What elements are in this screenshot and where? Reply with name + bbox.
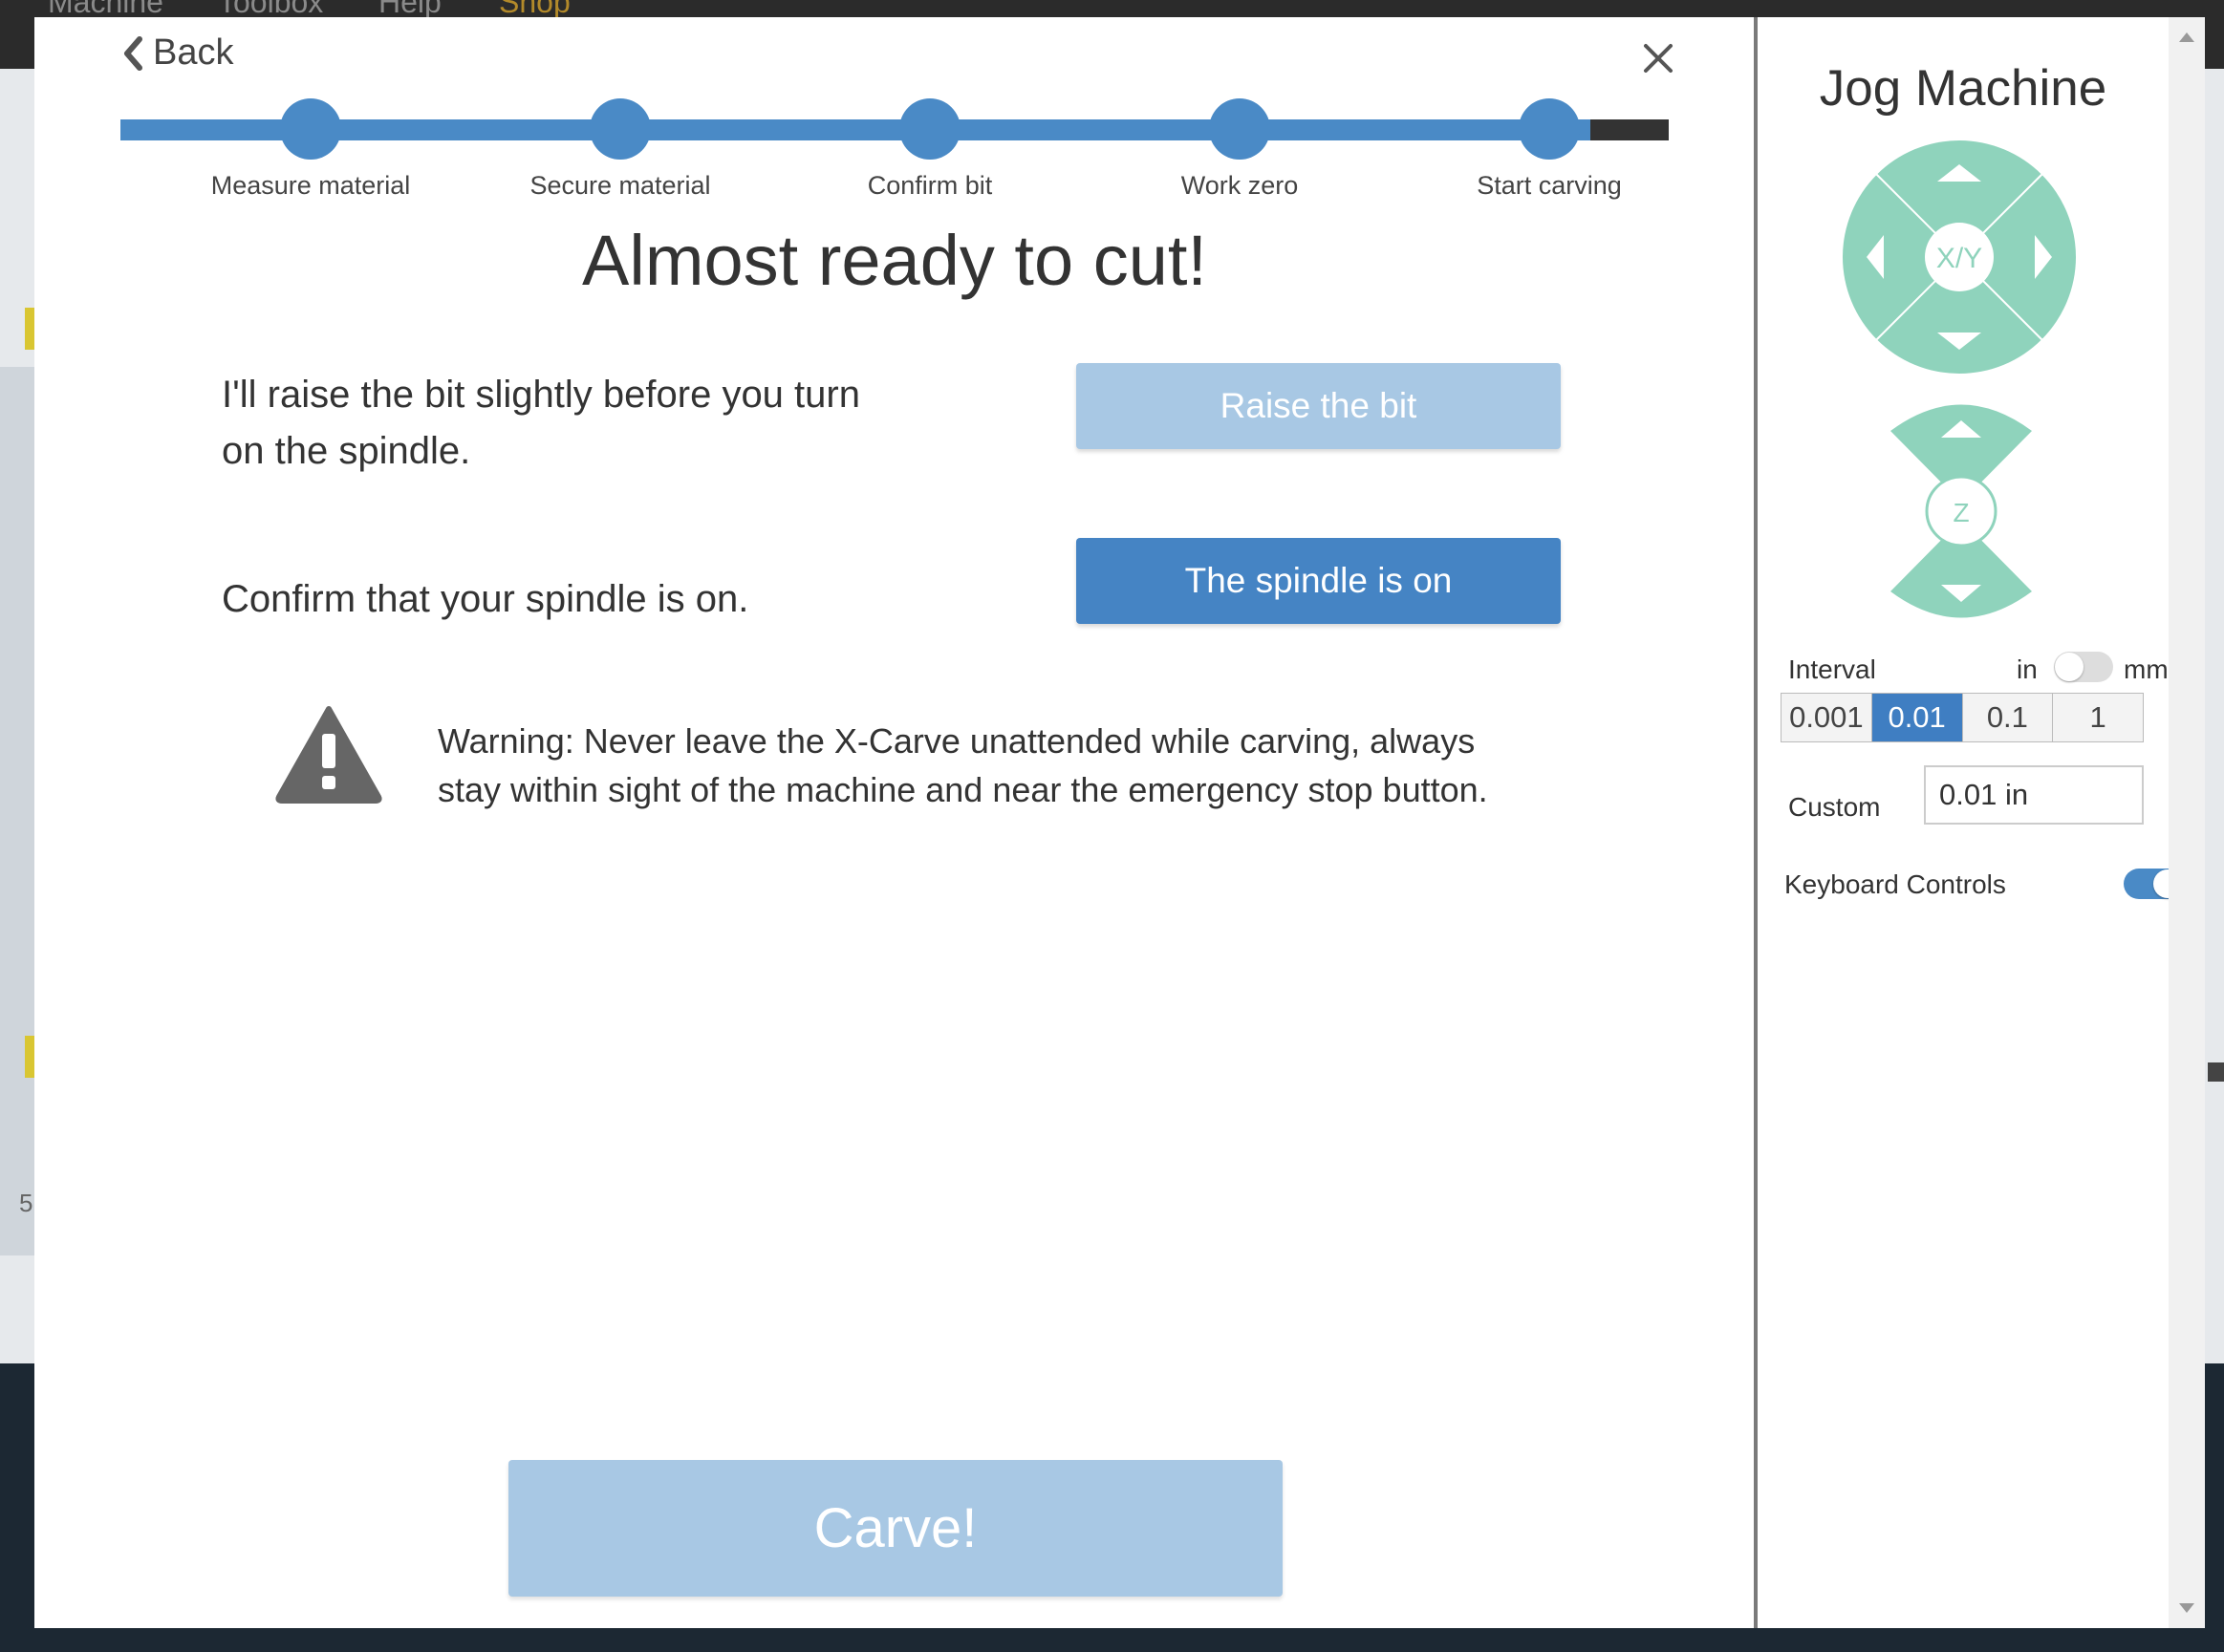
step-marker-confirm-bit bbox=[899, 98, 961, 160]
step-label-measure: Measure material bbox=[210, 171, 411, 200]
spindle-instruction: Confirm that your spindle is on. bbox=[222, 578, 749, 620]
unit-in-label: in bbox=[2017, 654, 2038, 684]
canvas-marker bbox=[25, 308, 34, 350]
unit-mm-label: mm bbox=[2124, 654, 2169, 684]
keyboard-controls-label: Keyboard Controls bbox=[1784, 869, 2006, 899]
jog-machine-panel: Jog Machine X/Y Z Interval in mm 0.001 0… bbox=[1758, 17, 2183, 1628]
xy-label: X/Y bbox=[1936, 243, 1982, 274]
raise-bit-instruction: I'll raise the bit slightly before you t… bbox=[222, 374, 860, 472]
step-label-work-zero: Work zero bbox=[1180, 171, 1299, 200]
step-label-start-carving: Start carving bbox=[1477, 171, 1622, 200]
interval-selector: 0.001 0.01 0.1 1 bbox=[1781, 693, 2144, 742]
custom-label: Custom bbox=[1788, 792, 1881, 822]
unit-toggle-knob bbox=[2055, 653, 2084, 681]
z-label: Z bbox=[1953, 498, 1969, 527]
close-icon[interactable] bbox=[1636, 36, 1680, 80]
scroll-down-icon[interactable] bbox=[2179, 1603, 2194, 1613]
interval-option-0-1[interactable]: 0.1 bbox=[1962, 694, 2054, 741]
xy-jog-pad[interactable]: X/Y bbox=[1842, 139, 2077, 375]
interval-option-0-001[interactable]: 0.001 bbox=[1781, 694, 1872, 741]
interval-option-0-01[interactable]: 0.01 bbox=[1871, 694, 1963, 741]
interval-option-1[interactable]: 1 bbox=[2053, 694, 2143, 741]
scroll-up-icon[interactable] bbox=[2179, 32, 2194, 42]
safety-warning-text: Warning: Never leave the X-Carve unatten… bbox=[438, 721, 1488, 809]
canvas-ruler bbox=[0, 367, 38, 1255]
canvas-number: 5 bbox=[19, 1189, 33, 1217]
canvas-marker bbox=[25, 1036, 34, 1078]
progress-track-remaining bbox=[1590, 119, 1669, 140]
custom-interval-input[interactable] bbox=[1924, 765, 2144, 825]
unit-toggle[interactable] bbox=[2054, 652, 2113, 682]
step-label-secure: Secure material bbox=[529, 171, 711, 200]
jog-panel-title: Jog Machine bbox=[1819, 60, 2107, 117]
back-button[interactable]: Back bbox=[122, 32, 233, 74]
chevron-left-icon bbox=[124, 35, 142, 71]
spindle-on-button[interactable]: The spindle is on bbox=[1076, 538, 1561, 624]
canvas-edge bbox=[2208, 1062, 2224, 1082]
step-label-confirm-bit: Confirm bit bbox=[867, 171, 993, 200]
warning-icon bbox=[275, 706, 382, 804]
progress-stepper: Measure material Secure material Confirm… bbox=[120, 84, 1669, 218]
interval-label: Interval bbox=[1788, 654, 1876, 684]
step-marker-secure bbox=[590, 98, 651, 160]
raise-bit-button[interactable]: Raise the bit bbox=[1076, 363, 1561, 449]
step-marker-start-carving bbox=[1519, 98, 1580, 160]
step-marker-work-zero bbox=[1209, 98, 1270, 160]
modal-scrollbar[interactable] bbox=[2169, 17, 2205, 1628]
carve-button[interactable]: Carve! bbox=[508, 1460, 1283, 1597]
back-label: Back bbox=[153, 32, 234, 73]
page-title: Almost ready to cut! bbox=[582, 221, 1207, 300]
z-jog-pad[interactable]: Z bbox=[1888, 397, 2035, 625]
carve-wizard-modal: Back Measure material Secure material Co… bbox=[34, 17, 2205, 1628]
step-marker-measure bbox=[280, 98, 341, 160]
